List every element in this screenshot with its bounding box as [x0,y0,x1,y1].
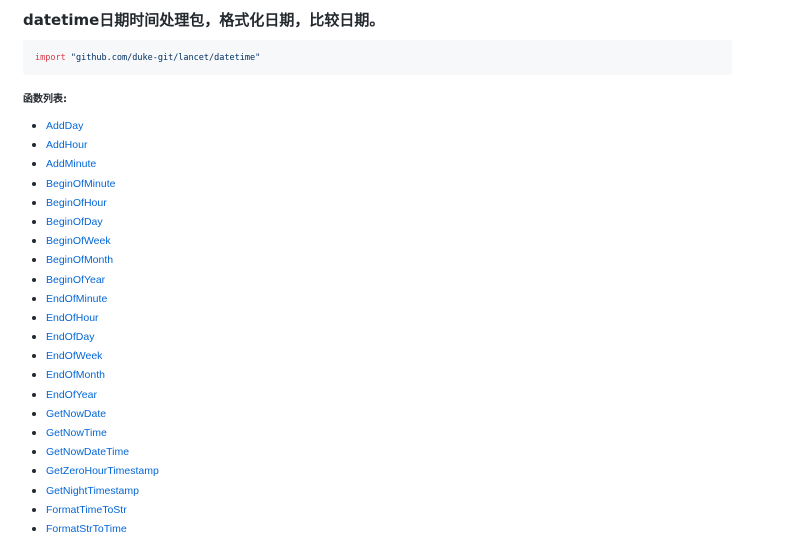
list-item: BeginOfMonth [23,251,159,270]
bullet-icon [32,507,36,512]
function-link[interactable]: AddHour [46,139,87,151]
list-item: FormatTimeToStr [23,501,159,520]
bullet-icon [32,469,36,474]
function-link[interactable]: EndOfYear [46,389,97,401]
list-item: GetNowDateTime [23,443,159,462]
function-link[interactable]: EndOfMonth [46,369,105,381]
function-link[interactable]: GetNowDate [46,408,106,420]
bullet-icon [32,450,36,455]
bullet-icon [32,335,36,340]
list-item: BeginOfHour [23,194,159,213]
list-item: EndOfDay [23,328,159,347]
function-link[interactable]: AddDay [46,120,83,132]
list-item: EndOfMinute [23,290,159,309]
page-title: datetime日期时间处理包，格式化日期，比较日期。 [23,11,385,29]
function-link[interactable]: BeginOfDay [46,216,103,228]
bullet-icon [32,392,36,397]
bullet-icon [32,315,36,320]
bullet-icon [32,431,36,435]
list-item: EndOfWeek [23,347,159,366]
code-import-path: "github.com/duke-git/lancet/datetime" [70,52,261,63]
bullet-icon [32,373,36,378]
function-link[interactable]: BeginOfMinute [46,178,115,190]
list-item: AddMinute [23,155,159,174]
list-item: GetNowDate [23,405,159,424]
list-item: GetNowTime [23,424,159,443]
function-link[interactable]: AddMinute [46,158,96,170]
function-link[interactable]: FormatStrToTime [46,523,127,535]
list-item: BeginOfDay [23,213,159,232]
function-link[interactable]: BeginOfMonth [46,254,113,266]
list-item: BeginOfYear [23,271,159,290]
list-item: AddDay [23,117,159,136]
list-item: FormatStrToTime [23,520,159,539]
list-item: GetNightTimestamp [23,482,159,501]
function-list-heading: 函数列表: [23,94,67,105]
code-keyword: import [35,52,66,63]
bullet-icon [32,219,36,224]
list-item: EndOfYear [23,386,159,405]
function-link[interactable]: GetZeroHourTimestamp [46,465,159,477]
bullet-icon [32,200,36,205]
list-item: AddHour [23,136,159,155]
function-link[interactable]: BeginOfWeek [46,235,111,247]
function-link[interactable]: GetNightTimestamp [46,485,139,497]
bullet-icon [32,181,36,186]
function-link[interactable]: GetNowDateTime [46,446,129,458]
bullet-icon [32,162,36,167]
list-item: GetZeroHourTimestamp [23,462,159,481]
function-link[interactable]: EndOfWeek [46,350,102,362]
function-link[interactable]: BeginOfHour [46,197,107,209]
bullet-icon [32,354,36,359]
bullet-icon [32,411,36,416]
bullet-icon [32,526,36,531]
bullet-icon [32,143,36,148]
bullet-icon [32,488,36,493]
function-link[interactable]: EndOfDay [46,331,94,343]
bullet-icon [32,258,36,263]
import-code-block: import "github.com/duke-git/lancet/datet… [23,40,732,75]
function-list: AddDay AddHour AddMinute BeginOfMinute Begin… [23,117,159,539]
bullet-icon [32,239,36,244]
function-link[interactable]: EndOfMinute [46,293,107,305]
list-item: EndOfMonth [23,366,159,385]
bullet-icon [32,296,36,301]
bullet-icon [32,124,36,128]
function-link[interactable]: EndOfHour [46,312,99,324]
bullet-icon [32,277,36,282]
list-item: BeginOfMinute [23,175,159,194]
list-item: EndOfHour [23,309,159,328]
list-item: BeginOfWeek [23,232,159,251]
function-link[interactable]: BeginOfYear [46,274,105,286]
function-link[interactable]: FormatTimeToStr [46,504,127,516]
function-link[interactable]: GetNowTime [46,427,107,439]
